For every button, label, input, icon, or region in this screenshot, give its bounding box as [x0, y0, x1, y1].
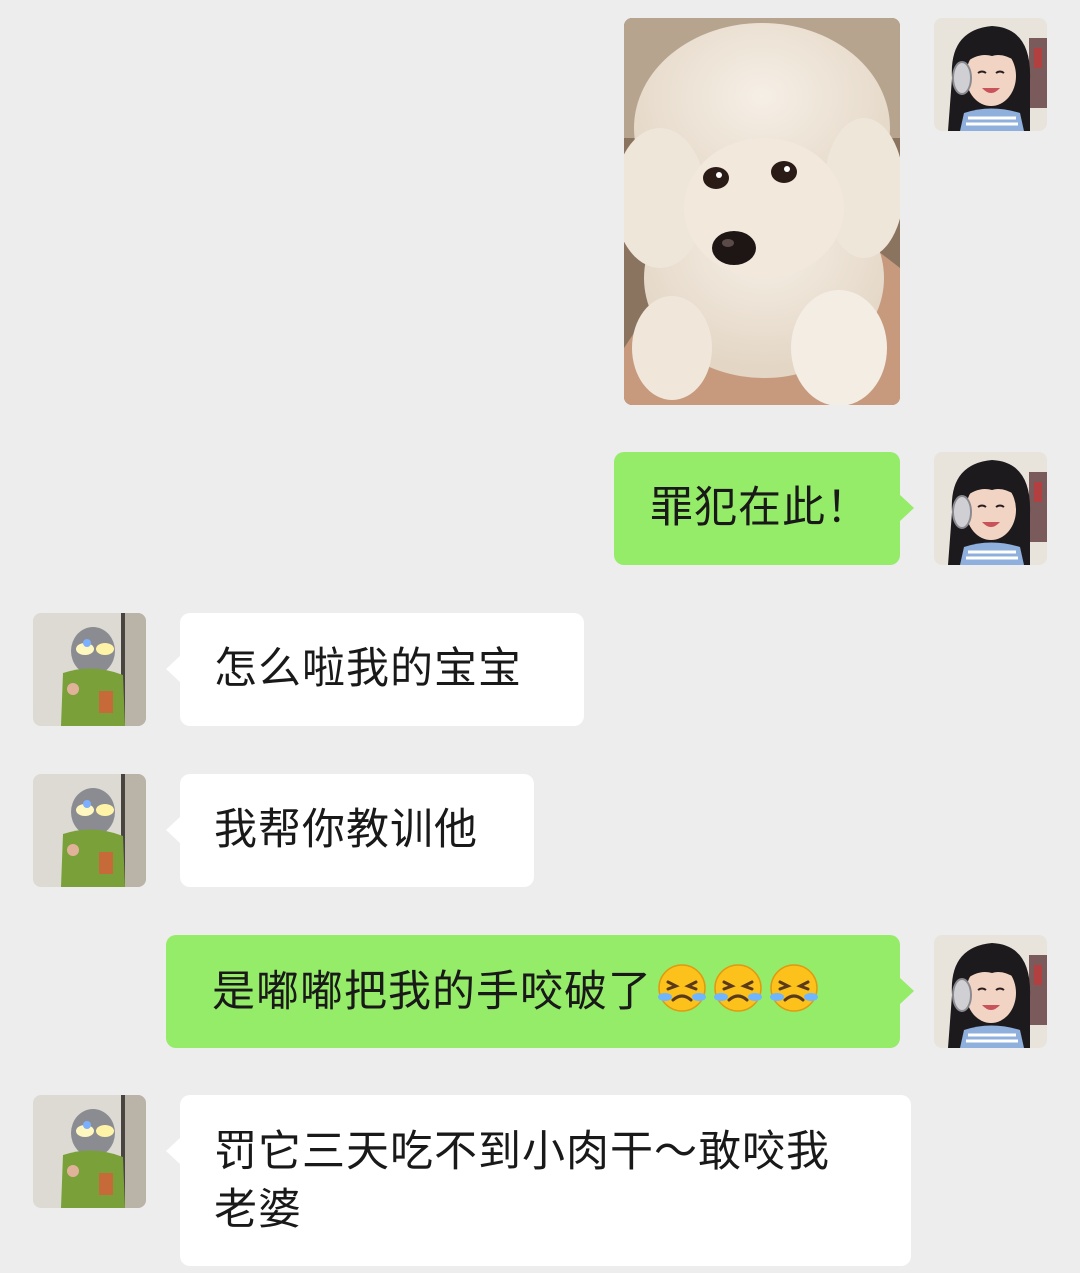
incoming-message-bubble[interactable]: 我帮你教训他 — [166, 774, 534, 887]
girl-with-headphones-avatar-icon — [934, 935, 1047, 1048]
my-avatar[interactable] — [934, 935, 1047, 1048]
message-text: 罪犯在此！ — [650, 483, 870, 533]
my-avatar[interactable] — [934, 18, 1047, 131]
ultraman-figure-avatar-icon — [33, 774, 146, 887]
my-avatar[interactable] — [934, 452, 1047, 565]
message-text: 是嘟嘟把我的手咬破了 — [212, 967, 652, 1017]
contact-avatar[interactable] — [33, 613, 146, 726]
poodle-image — [624, 18, 900, 405]
crying-face-emoji-icon — [768, 962, 820, 1014]
outgoing-message-bubble[interactable]: 罪犯在此！ — [614, 452, 914, 565]
ultraman-figure-avatar-icon — [33, 613, 146, 726]
message-text-line: 老婆 — [214, 1185, 302, 1235]
contact-avatar[interactable] — [33, 774, 146, 887]
incoming-message-bubble[interactable]: 罚它三天吃不到小肉干～敢咬我 老婆 — [166, 1095, 911, 1266]
girl-with-headphones-avatar-icon — [934, 18, 1047, 131]
dog-photo-message[interactable] — [624, 18, 900, 405]
crying-face-emoji-icon — [712, 962, 764, 1014]
message-text: 怎么啦我的宝宝 — [214, 644, 522, 694]
message-text: 我帮你教训他 — [214, 805, 478, 855]
contact-avatar[interactable] — [33, 1095, 146, 1208]
ultraman-figure-avatar-icon — [33, 1095, 146, 1208]
girl-with-headphones-avatar-icon — [934, 452, 1047, 565]
outgoing-message-bubble[interactable]: 是嘟嘟把我的手咬破了 — [166, 935, 914, 1048]
incoming-message-bubble[interactable]: 怎么啦我的宝宝 — [166, 613, 584, 726]
message-text-line: 罚它三天吃不到小肉干～敢咬我 — [214, 1127, 830, 1177]
crying-face-emoji-icon — [656, 962, 708, 1014]
